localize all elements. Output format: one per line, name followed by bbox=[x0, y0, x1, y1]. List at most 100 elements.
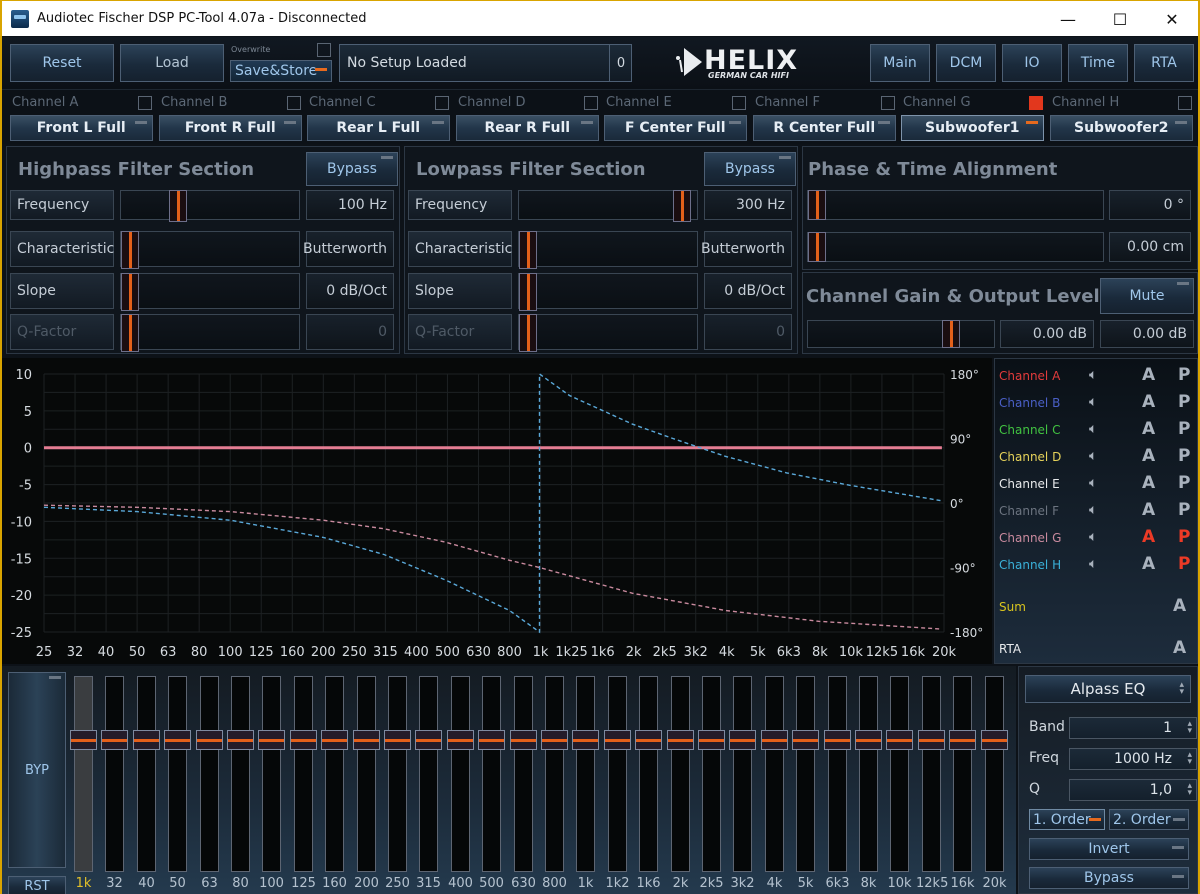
highpass-slider-knob[interactable] bbox=[169, 190, 187, 222]
eq-band-knob[interactable] bbox=[541, 730, 568, 750]
lowpass-frequency-slider[interactable] bbox=[518, 190, 698, 222]
eq-band-knob[interactable] bbox=[478, 730, 505, 750]
gain-slider[interactable] bbox=[807, 320, 995, 348]
eq-band-slider[interactable] bbox=[227, 676, 254, 872]
eq-band-slider[interactable] bbox=[667, 676, 694, 872]
phase-toggle[interactable]: P bbox=[1178, 446, 1190, 466]
eq-band-slider[interactable] bbox=[321, 676, 348, 872]
save-store-button[interactable]: Save&Store bbox=[230, 60, 332, 82]
speaker-icon[interactable]: 🔈︎ bbox=[1089, 448, 1097, 464]
amplitude-toggle[interactable]: A bbox=[1142, 446, 1155, 466]
allpass-mode-select[interactable]: Alpass EQ ▴ ▾ bbox=[1025, 675, 1191, 703]
nav-main-button[interactable]: Main bbox=[870, 44, 930, 82]
close-button[interactable]: ✕ bbox=[1146, 1, 1198, 37]
eq-band-knob[interactable] bbox=[949, 730, 976, 750]
channel-select-button[interactable]: Subwoofer1 bbox=[901, 115, 1044, 141]
eq-band-label[interactable]: 1k bbox=[570, 876, 601, 891]
eq-band-label[interactable]: 10k bbox=[884, 876, 915, 891]
eq-band-label[interactable]: 32 bbox=[99, 876, 130, 891]
spin-arrows-icon[interactable]: ▴ ▾ bbox=[1187, 720, 1192, 736]
channel-link-checkbox[interactable] bbox=[1178, 96, 1192, 110]
amplitude-toggle[interactable]: A bbox=[1142, 392, 1155, 412]
eq-band-label[interactable]: 16k bbox=[947, 876, 978, 891]
lowpass-slider-knob[interactable] bbox=[519, 273, 537, 311]
spin-arrows-icon[interactable]: ▴ ▾ bbox=[1187, 751, 1192, 767]
phase-toggle[interactable]: P bbox=[1178, 473, 1190, 493]
band-spinbox[interactable]: 1 ▴ ▾ bbox=[1069, 717, 1197, 739]
eq-band-label[interactable]: 1k bbox=[68, 876, 99, 891]
amplitude-toggle[interactable]: A bbox=[1142, 473, 1155, 493]
channel-link-checkbox[interactable] bbox=[1029, 96, 1043, 110]
amplitude-toggle[interactable]: A bbox=[1142, 365, 1155, 385]
eq-band-label[interactable]: 800 bbox=[539, 876, 570, 891]
eq-band-slider[interactable] bbox=[604, 676, 631, 872]
eq-band-label[interactable]: 80 bbox=[225, 876, 256, 891]
channel-link-checkbox[interactable] bbox=[138, 96, 152, 110]
load-button[interactable]: Load bbox=[120, 44, 224, 82]
legend-channel-label[interactable]: Channel C bbox=[999, 423, 1060, 437]
channel-select-button[interactable]: F Center Full bbox=[604, 115, 747, 141]
sum-amplitude-toggle[interactable]: A bbox=[1173, 596, 1186, 616]
eq-band-label[interactable]: 1k6 bbox=[633, 876, 664, 891]
eq-band-label[interactable]: 250 bbox=[382, 876, 413, 891]
eq-band-slider[interactable] bbox=[572, 676, 599, 872]
highpass-frequency-slider[interactable] bbox=[120, 190, 300, 222]
lowpass-slider-knob[interactable] bbox=[673, 190, 691, 222]
channel-link-checkbox[interactable] bbox=[584, 96, 598, 110]
speaker-icon[interactable]: 🔈︎ bbox=[1089, 367, 1097, 383]
channel-link-checkbox[interactable] bbox=[881, 96, 895, 110]
eq-band-slider[interactable] bbox=[164, 676, 191, 872]
eq-band-slider[interactable] bbox=[729, 676, 756, 872]
eq-band-label[interactable]: 12k5 bbox=[916, 876, 948, 891]
eq-bypass-button[interactable]: BYP bbox=[8, 672, 66, 868]
invert-button[interactable]: Invert bbox=[1029, 838, 1189, 860]
legend-rta-label[interactable]: RTA bbox=[999, 642, 1021, 656]
legend-channel-label[interactable]: Channel F bbox=[999, 504, 1059, 518]
eq-band-label[interactable]: 63 bbox=[194, 876, 225, 891]
gain-slider-knob[interactable] bbox=[942, 320, 960, 348]
phase-toggle[interactable]: P bbox=[1178, 527, 1190, 547]
phase-slider-knob[interactable] bbox=[808, 190, 826, 220]
channel-select-button[interactable]: Front L Full bbox=[10, 115, 153, 141]
eq-band-slider[interactable] bbox=[698, 676, 725, 872]
eq-band-slider[interactable] bbox=[101, 676, 128, 872]
eq-band-slider[interactable] bbox=[761, 676, 788, 872]
eq-band-knob[interactable] bbox=[761, 730, 788, 750]
phase-toggle[interactable]: P bbox=[1178, 365, 1190, 385]
highpass-slope-value[interactable]: 0 dB/Oct bbox=[306, 273, 394, 309]
eq-band-slider[interactable] bbox=[635, 676, 662, 872]
eq-band-knob[interactable] bbox=[227, 730, 254, 750]
eq-band-knob[interactable] bbox=[70, 730, 97, 750]
eq-band-knob[interactable] bbox=[133, 730, 160, 750]
eq-band-knob[interactable] bbox=[572, 730, 599, 750]
highpass-slider-knob[interactable] bbox=[121, 273, 139, 311]
eq-band-label[interactable]: 2k bbox=[665, 876, 696, 891]
eq-band-knob[interactable] bbox=[384, 730, 411, 750]
eq-band-slider[interactable] bbox=[447, 676, 474, 872]
eq-band-label[interactable]: 2k5 bbox=[696, 876, 727, 891]
eq-band-knob[interactable] bbox=[258, 730, 285, 750]
eq-band-slider[interactable] bbox=[792, 676, 819, 872]
eq-band-slider[interactable] bbox=[886, 676, 913, 872]
eq-band-knob[interactable] bbox=[447, 730, 474, 750]
eq-band-knob[interactable] bbox=[667, 730, 694, 750]
speaker-icon[interactable]: 🔈︎ bbox=[1089, 529, 1097, 545]
eq-band-label[interactable]: 400 bbox=[445, 876, 476, 891]
delay-slider[interactable] bbox=[807, 232, 1104, 262]
highpass-characteristic-value[interactable]: Butterworth bbox=[303, 231, 394, 267]
phase-toggle[interactable]: P bbox=[1178, 554, 1190, 574]
eq-band-label[interactable]: 100 bbox=[256, 876, 287, 891]
channel-link-checkbox[interactable] bbox=[732, 96, 746, 110]
eq-band-slider[interactable] bbox=[855, 676, 882, 872]
q-spinbox[interactable]: 1,0 ▴ ▾ bbox=[1069, 779, 1197, 801]
eq-band-knob[interactable] bbox=[855, 730, 882, 750]
freq-spinbox[interactable]: 1000 Hz ▴ ▾ bbox=[1069, 748, 1197, 770]
highpass-slope-slider[interactable] bbox=[120, 273, 300, 311]
eq-band-knob[interactable] bbox=[635, 730, 662, 750]
channel-link-checkbox[interactable] bbox=[435, 96, 449, 110]
eq-band-knob[interactable] bbox=[196, 730, 223, 750]
nav-rta-button[interactable]: RTA bbox=[1134, 44, 1194, 82]
speaker-icon[interactable]: 🔈︎ bbox=[1089, 475, 1097, 491]
eq-band-slider[interactable] bbox=[290, 676, 317, 872]
lowpass-characteristic-slider[interactable] bbox=[518, 231, 698, 269]
